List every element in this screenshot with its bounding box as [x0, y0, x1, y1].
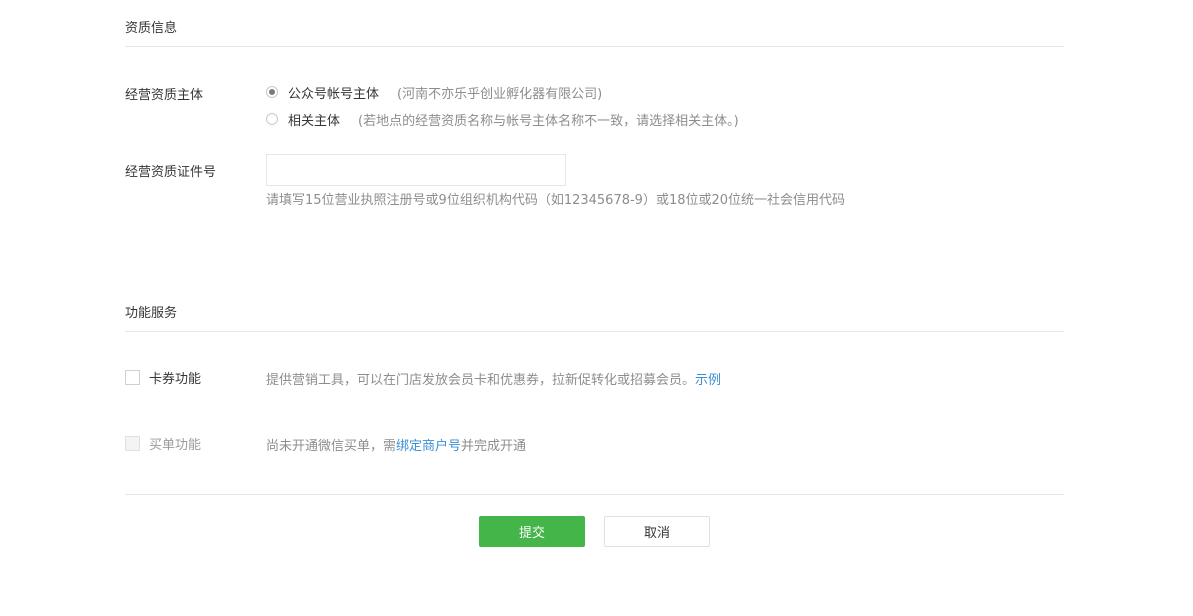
card-feature-checkbox[interactable]: [125, 369, 140, 385]
card-feature-label: 卡券功能: [149, 371, 202, 387]
pay-feature-desc-suffix: 并完成开通: [461, 439, 527, 454]
cert-number-label: 经营资质证件号: [125, 165, 217, 180]
divider: [125, 331, 1064, 332]
radio-button[interactable]: [266, 113, 278, 125]
submit-button[interactable]: 提交: [479, 516, 585, 547]
divider: [125, 46, 1064, 47]
qualification-section-title: 资质信息: [125, 21, 178, 36]
radio-option-account-subject[interactable]: 公众号帐号主体 (河南不亦乐乎创业孵化器有限公司): [266, 82, 602, 102]
bind-merchant-link[interactable]: 绑定商户号: [396, 439, 461, 454]
pay-feature-checkbox-row: 买单功能: [125, 433, 201, 453]
divider: [125, 494, 1064, 495]
pay-feature-desc-prefix: 尚未开通微信买单，需: [266, 439, 397, 454]
cert-number-hint: 请填写15位营业执照注册号或9位组织机构代码（如12345678-9）或18位或…: [266, 193, 846, 208]
pay-feature-description: 尚未开通微信买单，需绑定商户号并完成开通: [266, 435, 526, 454]
card-feature-checkbox-row[interactable]: 卡券功能: [125, 367, 201, 387]
pay-feature-label: 买单功能: [149, 437, 202, 453]
card-feature-desc-text: 提供营销工具，可以在门店发放会员卡和优惠券，拉新促转化或招募会员。: [266, 373, 696, 388]
example-link[interactable]: 示例: [695, 373, 721, 388]
radio-label: 相关主体: [288, 113, 341, 129]
card-feature-description: 提供营销工具，可以在门店发放会员卡和优惠券，拉新促转化或招募会员。示例: [266, 369, 721, 388]
radio-button[interactable]: [266, 86, 278, 98]
radio-note: (若地点的经营资质名称与帐号主体名称不一致，请选择相关主体。): [358, 113, 739, 129]
subject-label: 经营资质主体: [125, 88, 204, 103]
radio-label: 公众号帐号主体: [288, 86, 380, 102]
cert-number-input[interactable]: [266, 154, 566, 186]
pay-feature-checkbox: [125, 435, 140, 451]
radio-option-related-subject[interactable]: 相关主体 (若地点的经营资质名称与帐号主体名称不一致，请选择相关主体。): [266, 109, 739, 129]
cancel-button[interactable]: 取消: [604, 516, 710, 547]
radio-note: (河南不亦乐乎创业孵化器有限公司): [397, 86, 603, 102]
services-section-title: 功能服务: [125, 306, 178, 321]
